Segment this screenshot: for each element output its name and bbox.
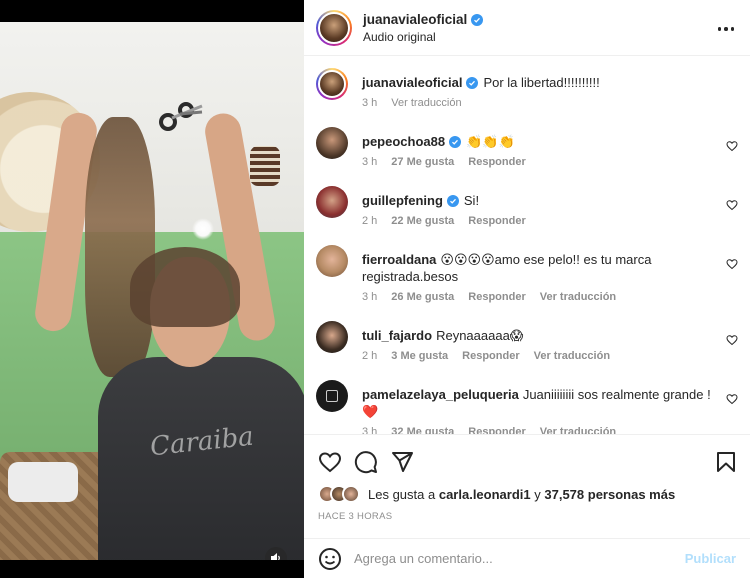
comment-row: tuli_fajardo Reynaaaaaa😱 2 h 3 Me gusta R… bbox=[304, 321, 750, 380]
audio-label[interactable]: Audio original bbox=[363, 30, 483, 44]
commenter-avatar[interactable] bbox=[316, 245, 348, 277]
comment-like-heart-icon[interactable] bbox=[726, 258, 738, 270]
verified-icon bbox=[466, 77, 479, 89]
comment-row: fierroaldana 😮😮😮😮amo ese pelo!! es tu mar… bbox=[304, 245, 750, 321]
translate-link[interactable]: Ver traducción bbox=[534, 350, 610, 362]
more-icon-dot bbox=[724, 27, 728, 31]
post-modal: Caraiba juanavialeoficial Audio original… bbox=[0, 0, 750, 578]
verified-icon bbox=[449, 136, 462, 148]
bracelet bbox=[250, 146, 280, 186]
more-icon-dot bbox=[717, 27, 722, 31]
comment-username[interactable]: guillepfening bbox=[362, 193, 443, 208]
comment-likes[interactable]: 27 Me gusta bbox=[391, 156, 454, 168]
translate-link[interactable]: Ver traducción bbox=[540, 291, 616, 303]
comment-row: pamelazelaya_peluqueria Juaniiiiiiii sos … bbox=[304, 380, 750, 434]
author-username[interactable]: juanavialeoficial bbox=[363, 12, 467, 27]
comment-icon[interactable] bbox=[354, 450, 378, 474]
more-icon-dot bbox=[730, 27, 735, 31]
author-avatar[interactable] bbox=[316, 9, 352, 46]
pillow bbox=[8, 462, 78, 502]
comment-like-heart-icon[interactable] bbox=[726, 393, 738, 405]
reply-button[interactable]: Responder bbox=[468, 426, 525, 434]
post-timestamp[interactable]: HACE 3 HORAS bbox=[304, 503, 750, 522]
comment-time[interactable]: 2 h bbox=[362, 215, 377, 227]
post-header: juanavialeoficial Audio original bbox=[304, 0, 750, 56]
reply-button[interactable]: Responder bbox=[468, 156, 525, 168]
post-comment-button[interactable]: Publicar bbox=[685, 551, 736, 566]
caption-time[interactable]: 3 h bbox=[362, 97, 377, 109]
likes-summary: Les gusta a carla.leonardi1 y 37,578 per… bbox=[304, 477, 750, 503]
comment-like-heart-icon[interactable] bbox=[726, 140, 738, 152]
reply-button[interactable]: Responder bbox=[468, 215, 525, 227]
post-details-panel: juanavialeoficial Audio original juanavi… bbox=[304, 0, 750, 578]
reply-button[interactable]: Responder bbox=[462, 350, 519, 362]
reply-button[interactable]: Responder bbox=[468, 291, 525, 303]
comment-input[interactable] bbox=[354, 551, 685, 566]
mute-icon bbox=[271, 553, 280, 560]
comment-text: 👏👏👏 bbox=[466, 134, 515, 149]
hair-strand bbox=[85, 117, 155, 377]
add-comment-bar: Publicar bbox=[304, 538, 750, 578]
liker-avatars[interactable] bbox=[318, 485, 360, 503]
comment-likes[interactable]: 3 Me gusta bbox=[391, 350, 448, 362]
comment-username[interactable]: pepeochoa88 bbox=[362, 134, 445, 149]
save-icon[interactable] bbox=[714, 450, 738, 474]
commenter-avatar[interactable] bbox=[316, 380, 348, 412]
scissors-icon bbox=[159, 102, 203, 131]
comment-text: Si! bbox=[463, 193, 480, 208]
comment-row: guillepfening Si! 2 h 22 Me gusta Respond… bbox=[304, 186, 750, 245]
caption-avatar[interactable] bbox=[316, 68, 348, 100]
commenter-avatar[interactable] bbox=[316, 321, 348, 353]
liker-username[interactable]: carla.leonardi1 bbox=[439, 487, 531, 502]
comment-time[interactable]: 3 h bbox=[362, 426, 377, 434]
commenter-avatar[interactable] bbox=[316, 186, 348, 218]
commenter-avatar[interactable] bbox=[316, 127, 348, 159]
comment-username[interactable]: fierroaldana bbox=[362, 252, 436, 267]
heart-icon[interactable] bbox=[318, 450, 342, 474]
comment-username[interactable]: pamelazelaya_peluqueria bbox=[362, 387, 519, 402]
comment-likes[interactable]: 26 Me gusta bbox=[391, 291, 454, 303]
comments-list[interactable]: juanavialeoficial Por la libertad!!!!!!!!… bbox=[304, 56, 750, 434]
ceiling-lamp bbox=[192, 218, 214, 240]
comment-text: Reynaaaaaa😱 bbox=[436, 328, 524, 343]
likes-conjunction: y bbox=[534, 486, 541, 502]
post-actions: Les gusta a carla.leonardi1 y 37,578 per… bbox=[304, 434, 750, 578]
comment-time[interactable]: 3 h bbox=[362, 156, 377, 168]
more-options-button[interactable] bbox=[716, 19, 736, 39]
share-icon[interactable] bbox=[390, 450, 414, 474]
comment-likes[interactable]: 32 Me gusta bbox=[391, 426, 454, 434]
comment-time[interactable]: 2 h bbox=[362, 350, 377, 362]
caption-translate-link[interactable]: Ver traducción bbox=[391, 97, 461, 109]
comment-username[interactable]: tuli_fajardo bbox=[362, 328, 432, 343]
bangs bbox=[130, 247, 240, 327]
comment-row: pepeochoa88 👏👏👏 3 h 27 Me gusta Responder bbox=[304, 127, 750, 186]
caption-row: juanavialeoficial Por la libertad!!!!!!!!… bbox=[304, 68, 750, 127]
likes-prefix: Les gusta a bbox=[368, 486, 436, 502]
comment-time[interactable]: 3 h bbox=[362, 291, 377, 303]
comment-like-heart-icon[interactable] bbox=[726, 199, 738, 211]
caption-username[interactable]: juanavialeoficial bbox=[362, 75, 462, 90]
comment-like-heart-icon[interactable] bbox=[726, 334, 738, 346]
emoji-icon[interactable] bbox=[318, 547, 342, 571]
caption-text: Por la libertad!!!!!!!!!! bbox=[483, 75, 600, 90]
comment-likes[interactable]: 22 Me gusta bbox=[391, 215, 454, 227]
translate-link[interactable]: Ver traducción bbox=[540, 426, 616, 434]
likes-count[interactable]: 37,578 personas más bbox=[544, 487, 675, 502]
post-video[interactable]: Caraiba bbox=[0, 22, 304, 560]
verified-icon bbox=[446, 195, 459, 207]
verified-icon bbox=[471, 13, 484, 26]
shirt bbox=[98, 357, 304, 560]
